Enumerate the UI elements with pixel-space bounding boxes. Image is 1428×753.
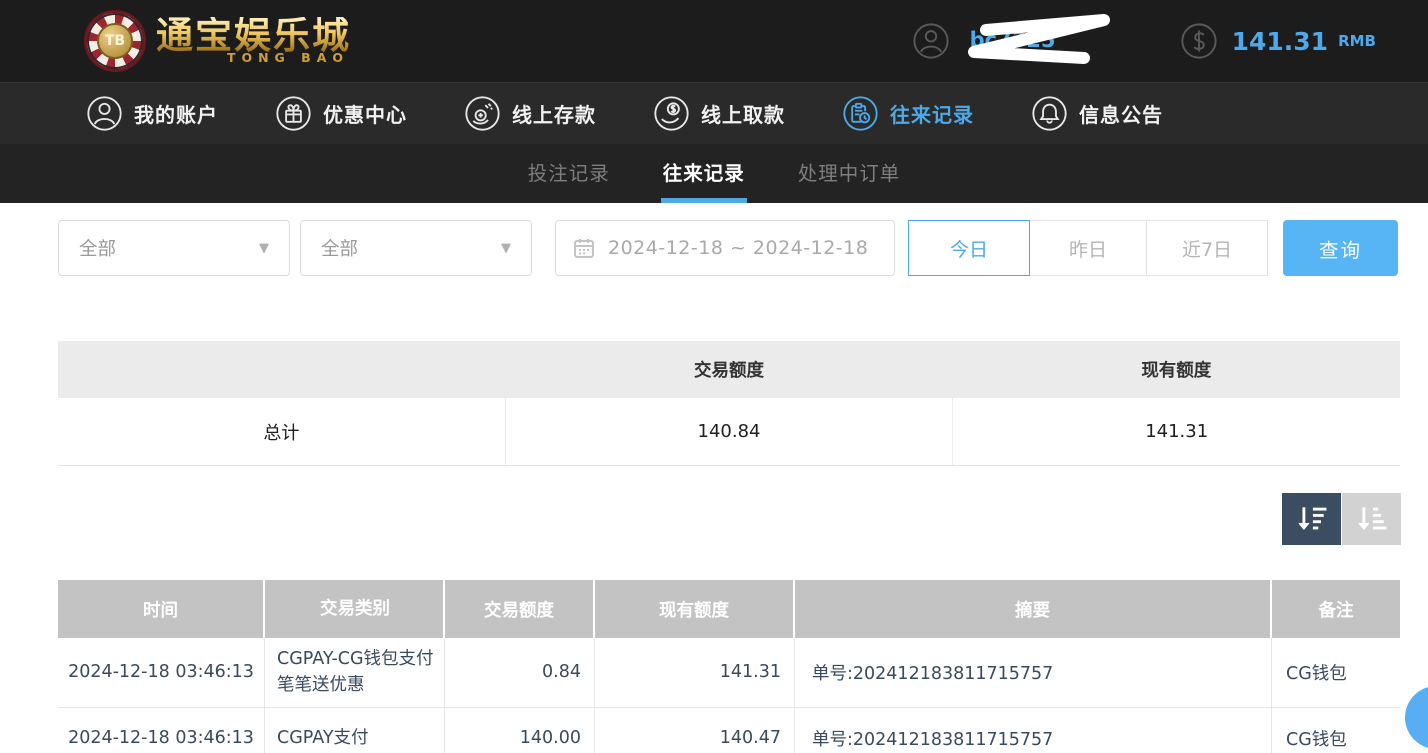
- tab-betting-records[interactable]: 投注记录: [526, 144, 612, 203]
- cell-summary: 单号:202412183811715757: [795, 638, 1272, 707]
- summary-header-empty: [58, 341, 505, 398]
- dollar-coin-icon: [1180, 22, 1218, 60]
- sort-ascending-icon: [1354, 501, 1390, 537]
- balance-currency: RMB: [1338, 32, 1376, 50]
- today-button[interactable]: 今日: [908, 220, 1030, 276]
- nav-label: 我的账户: [134, 99, 218, 128]
- col-header-type: 交易类别: [265, 580, 445, 638]
- chip-tb-monogram: TB: [97, 23, 133, 59]
- cell-time: 2024-12-18 03:46:13: [58, 708, 265, 753]
- cell-remark: CG钱包: [1272, 708, 1400, 753]
- tab-transaction-records[interactable]: 往来记录: [661, 144, 747, 203]
- table-row: 2024-12-18 03:46:13 CGPAY-CG钱包支付笔笔送优惠 0.…: [58, 638, 1400, 708]
- bell-icon: [1031, 95, 1068, 132]
- date-range-value: 2024-12-18 ~ 2024-12-18: [608, 237, 868, 259]
- search-button[interactable]: 查询: [1283, 220, 1398, 276]
- nav-item-promotions[interactable]: 优惠中心: [275, 95, 407, 132]
- summary-header-row: 交易额度 现有额度: [58, 341, 1400, 398]
- cell-time: 2024-12-18 03:46:13: [58, 638, 265, 707]
- floating-action-button[interactable]: [1405, 686, 1428, 749]
- summary-header-transaction: 交易额度: [505, 341, 952, 398]
- casino-chip-logo-icon: TB: [84, 10, 146, 72]
- summary-total-row: 总计 140.84 141.31: [58, 398, 1400, 466]
- type-dropdown[interactable]: 全部 ▼: [58, 220, 290, 276]
- balance-amount: 141.31: [1232, 27, 1328, 56]
- yesterday-button[interactable]: 昨日: [1029, 220, 1147, 276]
- chevron-down-icon: ▼: [501, 241, 511, 256]
- calendar-icon: [572, 236, 596, 260]
- cell-summary: 单号:202412183811715757: [795, 708, 1272, 753]
- withdraw-hand-dollar-icon: [653, 95, 690, 132]
- records-clipboard-clock-icon: [842, 95, 879, 132]
- nav-label: 往来记录: [890, 99, 974, 128]
- summary-transaction-amount: 140.84: [506, 398, 954, 465]
- balance-group[interactable]: 141.31 RMB: [1180, 22, 1376, 60]
- nav-label: 线上取款: [701, 99, 785, 128]
- summary-total-label: 总计: [58, 398, 506, 465]
- sort-descending-icon: [1294, 501, 1330, 537]
- col-header-amount: 交易额度: [445, 580, 595, 638]
- category-dropdown[interactable]: 全部 ▼: [300, 220, 532, 276]
- nav-item-transaction-records[interactable]: 往来记录: [842, 95, 974, 132]
- col-header-balance: 现有额度: [595, 580, 795, 638]
- summary-header-current: 现有额度: [953, 341, 1400, 398]
- site-subtitle: TONG BAO: [156, 50, 351, 65]
- deposit-hand-coin-icon: [464, 95, 501, 132]
- nav-label: 优惠中心: [323, 99, 407, 128]
- col-header-remark: 备注: [1272, 580, 1400, 638]
- nav-item-online-deposit[interactable]: 线上存款: [464, 95, 596, 132]
- summary-table: 交易额度 现有额度 总计 140.84 141.31: [58, 341, 1400, 466]
- nav-label: 线上存款: [512, 99, 596, 128]
- last-7-days-button[interactable]: 近7日: [1146, 220, 1268, 276]
- transaction-records-page: TB 通宝娱乐城 TONG BAO bc7325: [0, 0, 1428, 753]
- sort-ascending-button[interactable]: [1342, 493, 1401, 545]
- filter-row: 全部 ▼ 全部 ▼ 2024-12-18 ~ 2024-12-18 今日 昨日 …: [0, 220, 1428, 276]
- table-row: 2024-12-18 03:46:13 CGPAY支付 140.00 140.4…: [58, 708, 1400, 753]
- cell-type: CGPAY支付: [265, 708, 445, 753]
- sort-descending-button[interactable]: [1282, 493, 1341, 545]
- category-dropdown-value: 全部: [321, 235, 358, 261]
- table-header-row: 时间 交易类别 交易额度 现有额度 摘要 备注: [58, 580, 1400, 638]
- cell-type: CGPAY-CG钱包支付笔笔送优惠: [265, 638, 445, 707]
- user-area: bc7325 141.31 RMB: [912, 18, 1376, 64]
- chevron-down-icon: ▼: [259, 241, 269, 256]
- nav-label: 信息公告: [1079, 99, 1163, 128]
- username-wrap[interactable]: bc7325: [964, 18, 1114, 64]
- sort-controls: [1282, 493, 1401, 545]
- username-redaction-scribble: [956, 12, 1134, 70]
- col-header-time: 时间: [58, 580, 265, 638]
- nav-item-my-account[interactable]: 我的账户: [86, 95, 218, 132]
- nav-item-online-withdrawal[interactable]: 线上取款: [653, 95, 785, 132]
- logo-text: 通宝娱乐城 TONG BAO: [156, 17, 351, 65]
- tab-processing-orders[interactable]: 处理中订单: [796, 144, 903, 203]
- top-header: TB 通宝娱乐城 TONG BAO bc7325: [0, 0, 1428, 82]
- cell-amount: 140.00: [445, 708, 595, 753]
- summary-current-amount: 141.31: [953, 398, 1400, 465]
- cell-remark: CG钱包: [1272, 638, 1400, 707]
- date-range-picker[interactable]: 2024-12-18 ~ 2024-12-18: [555, 220, 895, 276]
- sub-tab-bar: 投注记录 往来记录 处理中订单: [0, 144, 1428, 203]
- col-header-summary: 摘要: [795, 580, 1272, 638]
- transactions-table: 时间 交易类别 交易额度 现有额度 摘要 备注 2024-12-18 03:46…: [58, 580, 1400, 753]
- type-dropdown-value: 全部: [79, 235, 116, 261]
- user-avatar-icon: [912, 22, 950, 60]
- site-logo[interactable]: TB 通宝娱乐城 TONG BAO: [84, 10, 351, 72]
- cell-amount: 0.84: [445, 638, 595, 707]
- main-nav: 我的账户 优惠中心 线上存款: [0, 82, 1428, 144]
- nav-item-announcements[interactable]: 信息公告: [1031, 95, 1163, 132]
- user-icon: [86, 95, 123, 132]
- cell-balance: 141.31: [595, 638, 795, 707]
- gift-icon: [275, 95, 312, 132]
- cell-balance: 140.47: [595, 708, 795, 753]
